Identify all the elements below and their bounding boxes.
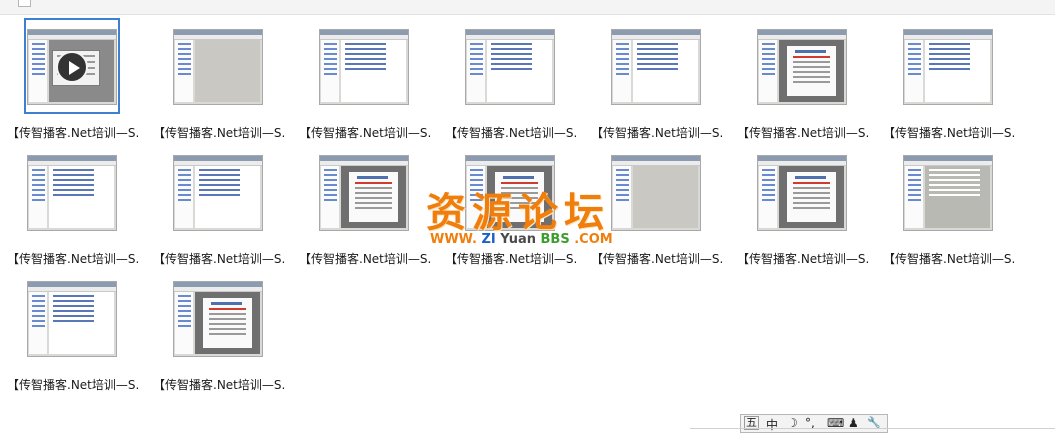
file-name[interactable]: 【传智播客.Net培训—S... <box>591 124 724 141</box>
file-name[interactable]: 【传智播客.Net培训—S... <box>737 250 870 267</box>
file-name[interactable]: 【传智播客.Net培训—S... <box>7 250 140 267</box>
thumbnail-image <box>465 29 555 105</box>
thumbnail-image <box>173 281 263 357</box>
file-name[interactable]: 【传智播客.Net培训—S... <box>445 250 578 267</box>
file-tile[interactable]: 【传智播客.Net培训—S... <box>876 144 1016 268</box>
thumbnail-image <box>757 155 847 231</box>
file-thumbnail[interactable] <box>27 147 117 237</box>
file-tile[interactable]: 【传智播客.Net培训—S... <box>0 144 140 268</box>
thumbnail-image <box>27 155 117 231</box>
file-name[interactable]: 【传智播客.Net培训—S... <box>153 250 286 267</box>
file-tile[interactable]: 【传智播客.Net培训—S... <box>0 18 140 142</box>
file-name[interactable]: 【传智播客.Net培训—S... <box>737 124 870 141</box>
file-thumbnail[interactable] <box>903 147 993 237</box>
file-thumbnail[interactable] <box>27 273 117 363</box>
file-tile[interactable]: 【传智播客.Net培训—S... <box>730 144 870 268</box>
file-name[interactable]: 【传智播客.Net培训—S... <box>299 124 432 141</box>
status-strip <box>690 428 1055 434</box>
thumbnail-image <box>611 29 701 105</box>
file-tile[interactable]: 【传智播客.Net培训—S... <box>146 144 286 268</box>
file-tile[interactable]: 【传智播客.Net培训—S... <box>584 144 724 268</box>
thumbnail-image <box>465 155 555 231</box>
file-tile[interactable]: 【传智播客.Net培训—S... <box>876 18 1016 142</box>
file-thumbnail[interactable] <box>173 273 263 363</box>
thumbnail-image <box>903 155 993 231</box>
file-name[interactable]: 【传智播客.Net培训—S... <box>883 250 1016 267</box>
thumbnail-image <box>173 155 263 231</box>
file-name[interactable]: 【传智播客.Net培训—S... <box>591 250 724 267</box>
file-tile[interactable]: 【传智播客.Net培训—S... <box>438 144 578 268</box>
file-grid: 【传智播客.Net培训—S... 【传智播客.Net培训—S... 【传智播客.Ne… <box>0 18 1055 408</box>
file-thumbnail[interactable] <box>319 21 409 111</box>
select-all-checkbox[interactable] <box>18 0 31 7</box>
file-thumbnail[interactable] <box>319 147 409 237</box>
file-thumbnail[interactable] <box>757 21 847 111</box>
file-thumbnail[interactable] <box>903 21 993 111</box>
file-name[interactable]: 【传智播客.Net培训—S... <box>445 124 578 141</box>
file-tile[interactable]: 【传智播客.Net培训—S... <box>438 18 578 142</box>
file-tile[interactable]: 【传智播客.Net培训—S... <box>292 18 432 142</box>
file-thumbnail[interactable] <box>465 21 555 111</box>
file-thumbnail[interactable] <box>173 147 263 237</box>
file-tile[interactable]: 【传智播客.Net培训—S... <box>146 18 286 142</box>
file-name[interactable]: 【传智播客.Net培训—S... <box>883 124 1016 141</box>
file-tile[interactable]: 【传智播客.Net培训—S... <box>0 270 140 394</box>
file-tile[interactable]: 【传智播客.Net培训—S... <box>584 18 724 142</box>
file-thumbnail[interactable] <box>24 18 120 114</box>
thumbnail-image <box>757 29 847 105</box>
thumbnail-image <box>611 155 701 231</box>
file-name[interactable]: 【传智播客.Net培训—S... <box>153 124 286 141</box>
file-tile[interactable]: 【传智播客.Net培训—S... <box>292 144 432 268</box>
file-name[interactable]: 【传智播客.Net培训—S... <box>299 250 432 267</box>
thumbnail-image <box>903 29 993 105</box>
file-tile[interactable]: 【传智播客.Net培训—S... <box>146 270 286 394</box>
play-icon[interactable] <box>56 51 88 83</box>
thumbnail-image <box>319 155 409 231</box>
file-tile[interactable]: 【传智播客.Net培训—S... <box>730 18 870 142</box>
file-name[interactable]: 【传智播客.Net培训—S... <box>153 376 286 393</box>
thumbnail-image <box>173 29 263 105</box>
file-thumbnail[interactable] <box>611 147 701 237</box>
file-thumbnail[interactable] <box>465 147 555 237</box>
file-thumbnail[interactable] <box>757 147 847 237</box>
file-thumbnail[interactable] <box>611 21 701 111</box>
toolbar-strip <box>0 0 1055 15</box>
thumbnail-image <box>319 29 409 105</box>
file-name[interactable]: 【传智播客.Net培训—S... <box>7 376 140 393</box>
file-name[interactable]: 【传智播客.Net培训—S... <box>7 124 140 141</box>
thumbnail-image <box>27 281 117 357</box>
file-thumbnail[interactable] <box>173 21 263 111</box>
